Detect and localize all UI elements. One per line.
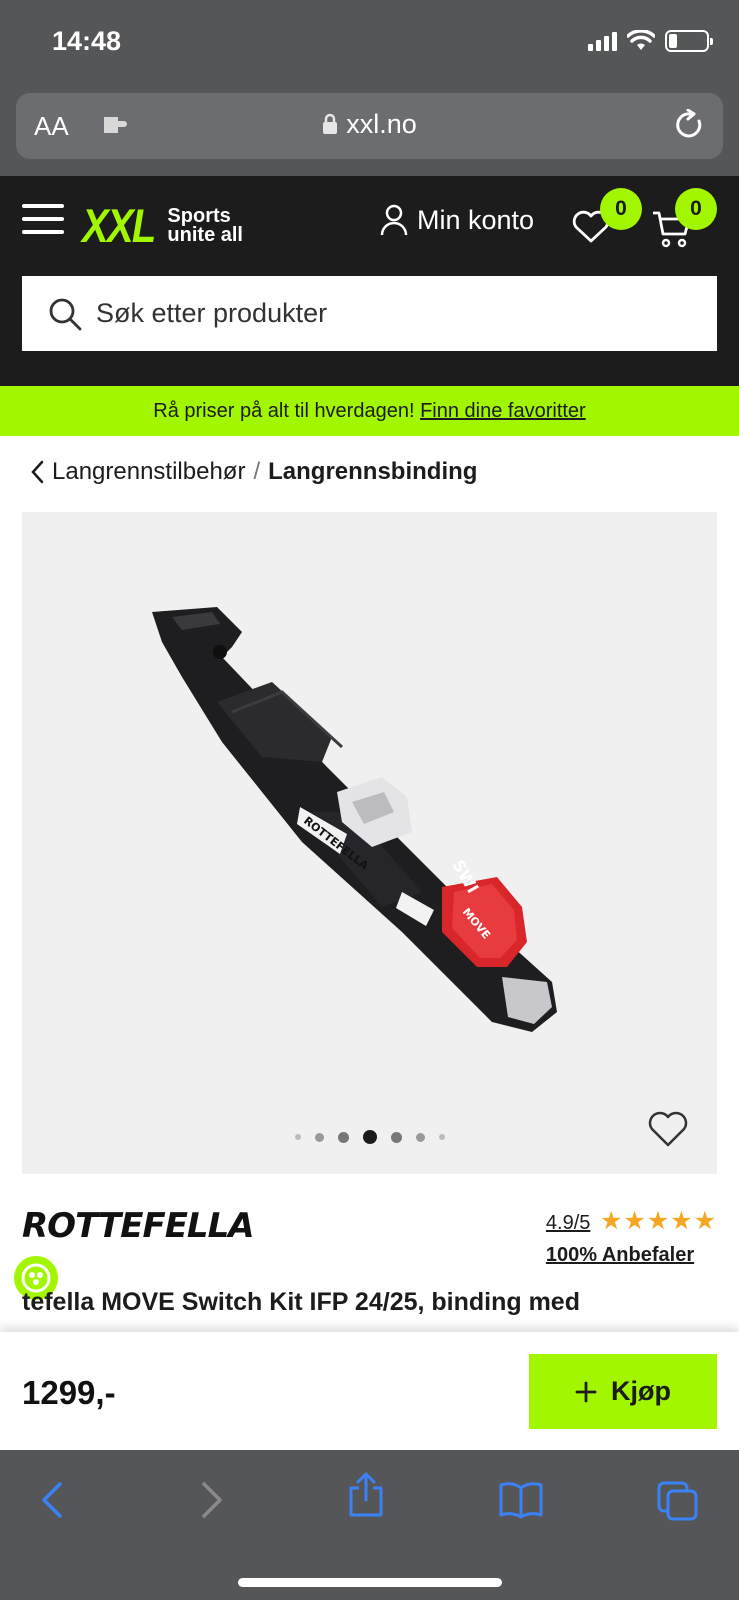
tabs-icon[interactable] <box>656 1480 700 1522</box>
browser-toolbar <box>0 1450 739 1600</box>
gallery-pagination <box>22 1130 717 1144</box>
url-field[interactable]: xxl.no <box>16 109 723 140</box>
rating-score: 4.9/5 <box>545 1212 591 1234</box>
logo-wordmark: XXL <box>82 199 156 252</box>
promo-banner: Rå priser på alt til hverdagen! Finn din… <box>0 386 739 436</box>
product-gallery[interactable]: ROTTEFELLA MOVE SWI <box>22 512 717 1174</box>
promo-text: Rå priser på alt til hverdagen! <box>153 400 415 422</box>
address-bar[interactable]: AA xxl.no <box>16 93 723 159</box>
signal-icon <box>588 31 617 51</box>
recommend-rate[interactable]: 100% Anbefaler <box>546 1244 717 1267</box>
chevron-left-icon[interactable] <box>30 460 44 484</box>
search-icon <box>49 298 82 330</box>
brand-logo[interactable]: ROTTEFELLA <box>22 1206 255 1246</box>
home-indicator <box>238 1578 502 1587</box>
share-icon[interactable] <box>346 1472 386 1518</box>
gallery-dot-active[interactable] <box>362 1130 377 1144</box>
wishlist-count-badge: 0 <box>600 188 642 230</box>
gallery-dot[interactable] <box>390 1131 402 1143</box>
breadcrumb-separator: / <box>253 458 261 485</box>
status-bar: 14:48 <box>0 0 739 88</box>
buy-button-label: Kjøp <box>611 1376 671 1406</box>
gallery-dot[interactable] <box>294 1134 301 1140</box>
rating[interactable]: 4.9/5 ★★★★★ 100% Anbefaler <box>546 1206 717 1267</box>
buy-bar: 1299,- Kjøp <box>0 1332 739 1450</box>
product-title: tefella MOVE Switch Kit IFP 24/25, bindi… <box>22 1288 580 1316</box>
breadcrumb: Langrennstilbehør / Langrennsbinding <box>30 458 477 486</box>
product-price: 1299,- <box>22 1374 116 1411</box>
breadcrumb-parent[interactable]: Langrennstilbehør <box>52 458 245 486</box>
brand-row: ROTTEFELLA 4.9/5 ★★★★★ 100% Anbefaler <box>22 1206 717 1266</box>
plus-icon <box>575 1381 597 1402</box>
lock-icon <box>323 113 338 134</box>
wifi-icon <box>627 30 655 50</box>
product-page: Langrennstilbehør / Langrennsbinding ROT… <box>0 436 739 1336</box>
menu-icon[interactable] <box>22 204 64 243</box>
xxl-logo[interactable]: XXL Sports unite all <box>82 198 243 253</box>
cart-count-badge: 0 <box>675 188 717 230</box>
back-icon[interactable] <box>38 1480 68 1520</box>
search-input[interactable] <box>96 298 696 329</box>
promo-link[interactable]: Finn dine favoritter <box>420 400 586 422</box>
account-button[interactable]: Min konto <box>380 204 534 236</box>
reload-icon[interactable] <box>675 109 705 141</box>
gallery-dot[interactable] <box>415 1132 425 1142</box>
add-to-favorites-icon[interactable] <box>647 1110 689 1148</box>
battery-icon <box>665 30 713 52</box>
account-label: Min konto <box>417 204 535 235</box>
site-header: XXL Sports unite all Min konto 0 0 <box>0 176 739 386</box>
status-icons <box>588 30 713 52</box>
search-bar[interactable] <box>22 276 717 351</box>
product-image: ROTTEFELLA MOVE SWI <box>152 607 557 1032</box>
breadcrumb-current: Langrennsbinding <box>268 458 478 485</box>
user-icon <box>380 204 408 236</box>
gallery-dot[interactable] <box>314 1132 324 1142</box>
forward-icon[interactable] <box>196 1480 226 1520</box>
buy-button[interactable]: Kjøp <box>529 1354 717 1429</box>
status-time: 14:48 <box>52 26 122 56</box>
gallery-dot[interactable] <box>438 1134 445 1140</box>
logo-tagline-2: unite all <box>167 223 243 246</box>
gallery-dot[interactable] <box>337 1131 349 1143</box>
logo-tagline: Sports unite all <box>167 206 243 246</box>
bookmarks-icon[interactable] <box>498 1480 544 1520</box>
rating-stars: ★★★★★ <box>599 1207 717 1235</box>
url-text: xxl.no <box>346 109 417 139</box>
